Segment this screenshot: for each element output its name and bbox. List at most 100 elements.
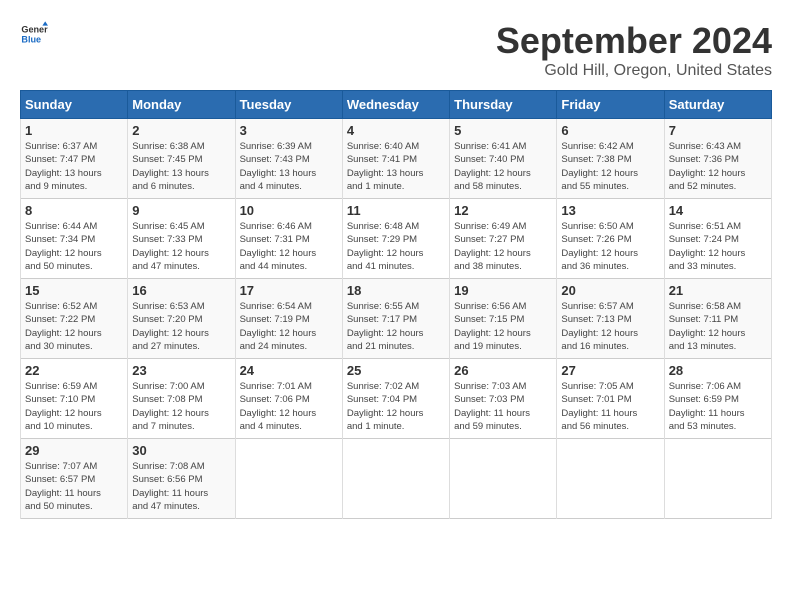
logo: General Blue [20,20,48,48]
day-number: 27 [561,363,659,378]
day-number: 15 [25,283,123,298]
day-info: Sunrise: 6:37 AM Sunset: 7:47 PM Dayligh… [25,140,123,193]
day-info: Sunrise: 6:40 AM Sunset: 7:41 PM Dayligh… [347,140,445,193]
calendar-week-row: 29Sunrise: 7:07 AM Sunset: 6:57 PM Dayli… [21,439,772,519]
calendar-cell: 5Sunrise: 6:41 AM Sunset: 7:40 PM Daylig… [450,119,557,199]
day-number: 16 [132,283,230,298]
calendar-cell: 24 Sunrise: 7:01 AM Sunset: 7:06 PM Dayli… [235,359,342,439]
day-info: Sunrise: 6:51 AM Sunset: 7:24 PM Dayligh… [669,220,767,273]
day-number: 11 [347,203,445,218]
weekday-header-monday: Monday [128,91,235,119]
calendar-cell: 15 Sunrise: 6:52 AM Sunset: 7:22 PM Dayli… [21,279,128,359]
day-number: 28 [669,363,767,378]
calendar-cell [664,439,771,519]
title-area: September 2024 Gold Hill, Oregon, United… [496,20,772,80]
day-info: Sunrise: 6:55 AM Sunset: 7:17 PM Dayligh… [347,300,445,353]
calendar-cell: 21 Sunrise: 6:58 AM Sunset: 7:11 PM Dayli… [664,279,771,359]
calendar-week-row: 1 Sunrise: 6:37 AM Sunset: 7:47 PM Daylig… [21,119,772,199]
day-info: Sunrise: 7:07 AM Sunset: 6:57 PM Dayligh… [25,460,123,513]
day-info: Sunrise: 7:05 AM Sunset: 7:01 PM Dayligh… [561,380,659,433]
day-number: 8 [25,203,123,218]
calendar-cell: 16 Sunrise: 6:53 AM Sunset: 7:20 PM Dayli… [128,279,235,359]
day-number: 12 [454,203,552,218]
page-header: General Blue September 2024 Gold Hill, O… [20,20,772,80]
weekday-header-thursday: Thursday [450,91,557,119]
calendar-cell: 29Sunrise: 7:07 AM Sunset: 6:57 PM Dayli… [21,439,128,519]
day-info: Sunrise: 6:59 AM Sunset: 7:10 PM Dayligh… [25,380,123,433]
calendar-cell: 11 Sunrise: 6:48 AM Sunset: 7:29 PM Dayli… [342,199,449,279]
calendar-cell: 18Sunrise: 6:55 AM Sunset: 7:17 PM Dayli… [342,279,449,359]
day-info: Sunrise: 7:03 AM Sunset: 7:03 PM Dayligh… [454,380,552,433]
calendar-week-row: 22 Sunrise: 6:59 AM Sunset: 7:10 PM Dayli… [21,359,772,439]
day-number: 30 [132,443,230,458]
calendar-cell: 10Sunrise: 6:46 AM Sunset: 7:31 PM Dayli… [235,199,342,279]
day-number: 6 [561,123,659,138]
day-info: Sunrise: 6:48 AM Sunset: 7:29 PM Dayligh… [347,220,445,273]
day-number: 14 [669,203,767,218]
calendar-cell: 7Sunrise: 6:43 AM Sunset: 7:36 PM Daylig… [664,119,771,199]
day-number: 23 [132,363,230,378]
day-info: Sunrise: 6:42 AM Sunset: 7:38 PM Dayligh… [561,140,659,193]
day-info: Sunrise: 6:46 AM Sunset: 7:31 PM Dayligh… [240,220,338,273]
day-info: Sunrise: 6:57 AM Sunset: 7:13 PM Dayligh… [561,300,659,353]
day-number: 21 [669,283,767,298]
weekday-header-wednesday: Wednesday [342,91,449,119]
day-info: Sunrise: 6:52 AM Sunset: 7:22 PM Dayligh… [25,300,123,353]
day-number: 19 [454,283,552,298]
day-info: Sunrise: 6:56 AM Sunset: 7:15 PM Dayligh… [454,300,552,353]
day-info: Sunrise: 6:49 AM Sunset: 7:27 PM Dayligh… [454,220,552,273]
day-number: 22 [25,363,123,378]
day-info: Sunrise: 7:00 AM Sunset: 7:08 PM Dayligh… [132,380,230,433]
calendar-cell: 25Sunrise: 7:02 AM Sunset: 7:04 PM Dayli… [342,359,449,439]
calendar-cell: 9 Sunrise: 6:45 AM Sunset: 7:33 PM Daylig… [128,199,235,279]
weekday-header-tuesday: Tuesday [235,91,342,119]
calendar-cell: 30 Sunrise: 7:08 AM Sunset: 6:56 PM Dayli… [128,439,235,519]
day-number: 24 [240,363,338,378]
day-info: Sunrise: 6:39 AM Sunset: 7:43 PM Dayligh… [240,140,338,193]
day-info: Sunrise: 6:58 AM Sunset: 7:11 PM Dayligh… [669,300,767,353]
weekday-header-row: SundayMondayTuesdayWednesdayThursdayFrid… [21,91,772,119]
month-title: September 2024 [496,20,772,62]
calendar-cell: 13 Sunrise: 6:50 AM Sunset: 7:26 PM Dayli… [557,199,664,279]
day-info: Sunrise: 6:50 AM Sunset: 7:26 PM Dayligh… [561,220,659,273]
location-title: Gold Hill, Oregon, United States [496,62,772,80]
weekday-header-sunday: Sunday [21,91,128,119]
day-info: Sunrise: 6:45 AM Sunset: 7:33 PM Dayligh… [132,220,230,273]
calendar-week-row: 8Sunrise: 6:44 AM Sunset: 7:34 PM Daylig… [21,199,772,279]
day-number: 3 [240,123,338,138]
logo-icon: General Blue [20,20,48,48]
calendar-cell: 22 Sunrise: 6:59 AM Sunset: 7:10 PM Dayli… [21,359,128,439]
calendar-cell: 27 Sunrise: 7:05 AM Sunset: 7:01 PM Dayli… [557,359,664,439]
calendar-cell [557,439,664,519]
calendar-cell [235,439,342,519]
calendar-cell: 26 Sunrise: 7:03 AM Sunset: 7:03 PM Dayli… [450,359,557,439]
day-number: 5 [454,123,552,138]
day-number: 26 [454,363,552,378]
day-info: Sunrise: 6:38 AM Sunset: 7:45 PM Dayligh… [132,140,230,193]
calendar-cell: 1 Sunrise: 6:37 AM Sunset: 7:47 PM Daylig… [21,119,128,199]
calendar-cell [342,439,449,519]
day-number: 20 [561,283,659,298]
day-number: 2 [132,123,230,138]
day-number: 9 [132,203,230,218]
day-number: 25 [347,363,445,378]
calendar-cell: 28 Sunrise: 7:06 AM Sunset: 6:59 PM Dayli… [664,359,771,439]
calendar-cell: 2 Sunrise: 6:38 AM Sunset: 7:45 PM Daylig… [128,119,235,199]
day-info: Sunrise: 6:54 AM Sunset: 7:19 PM Dayligh… [240,300,338,353]
day-number: 13 [561,203,659,218]
day-number: 4 [347,123,445,138]
day-number: 1 [25,123,123,138]
day-info: Sunrise: 7:08 AM Sunset: 6:56 PM Dayligh… [132,460,230,513]
weekday-header-saturday: Saturday [664,91,771,119]
day-info: Sunrise: 6:53 AM Sunset: 7:20 PM Dayligh… [132,300,230,353]
calendar-week-row: 15 Sunrise: 6:52 AM Sunset: 7:22 PM Dayli… [21,279,772,359]
day-info: Sunrise: 7:06 AM Sunset: 6:59 PM Dayligh… [669,380,767,433]
calendar-cell: 3 Sunrise: 6:39 AM Sunset: 7:43 PM Daylig… [235,119,342,199]
calendar-cell: 20 Sunrise: 6:57 AM Sunset: 7:13 PM Dayli… [557,279,664,359]
calendar-cell: 12 Sunrise: 6:49 AM Sunset: 7:27 PM Dayli… [450,199,557,279]
calendar-cell: 17Sunrise: 6:54 AM Sunset: 7:19 PM Dayli… [235,279,342,359]
svg-text:Blue: Blue [21,34,41,44]
day-number: 7 [669,123,767,138]
day-info: Sunrise: 7:01 AM Sunset: 7:06 PM Dayligh… [240,380,338,433]
calendar-cell: 8Sunrise: 6:44 AM Sunset: 7:34 PM Daylig… [21,199,128,279]
